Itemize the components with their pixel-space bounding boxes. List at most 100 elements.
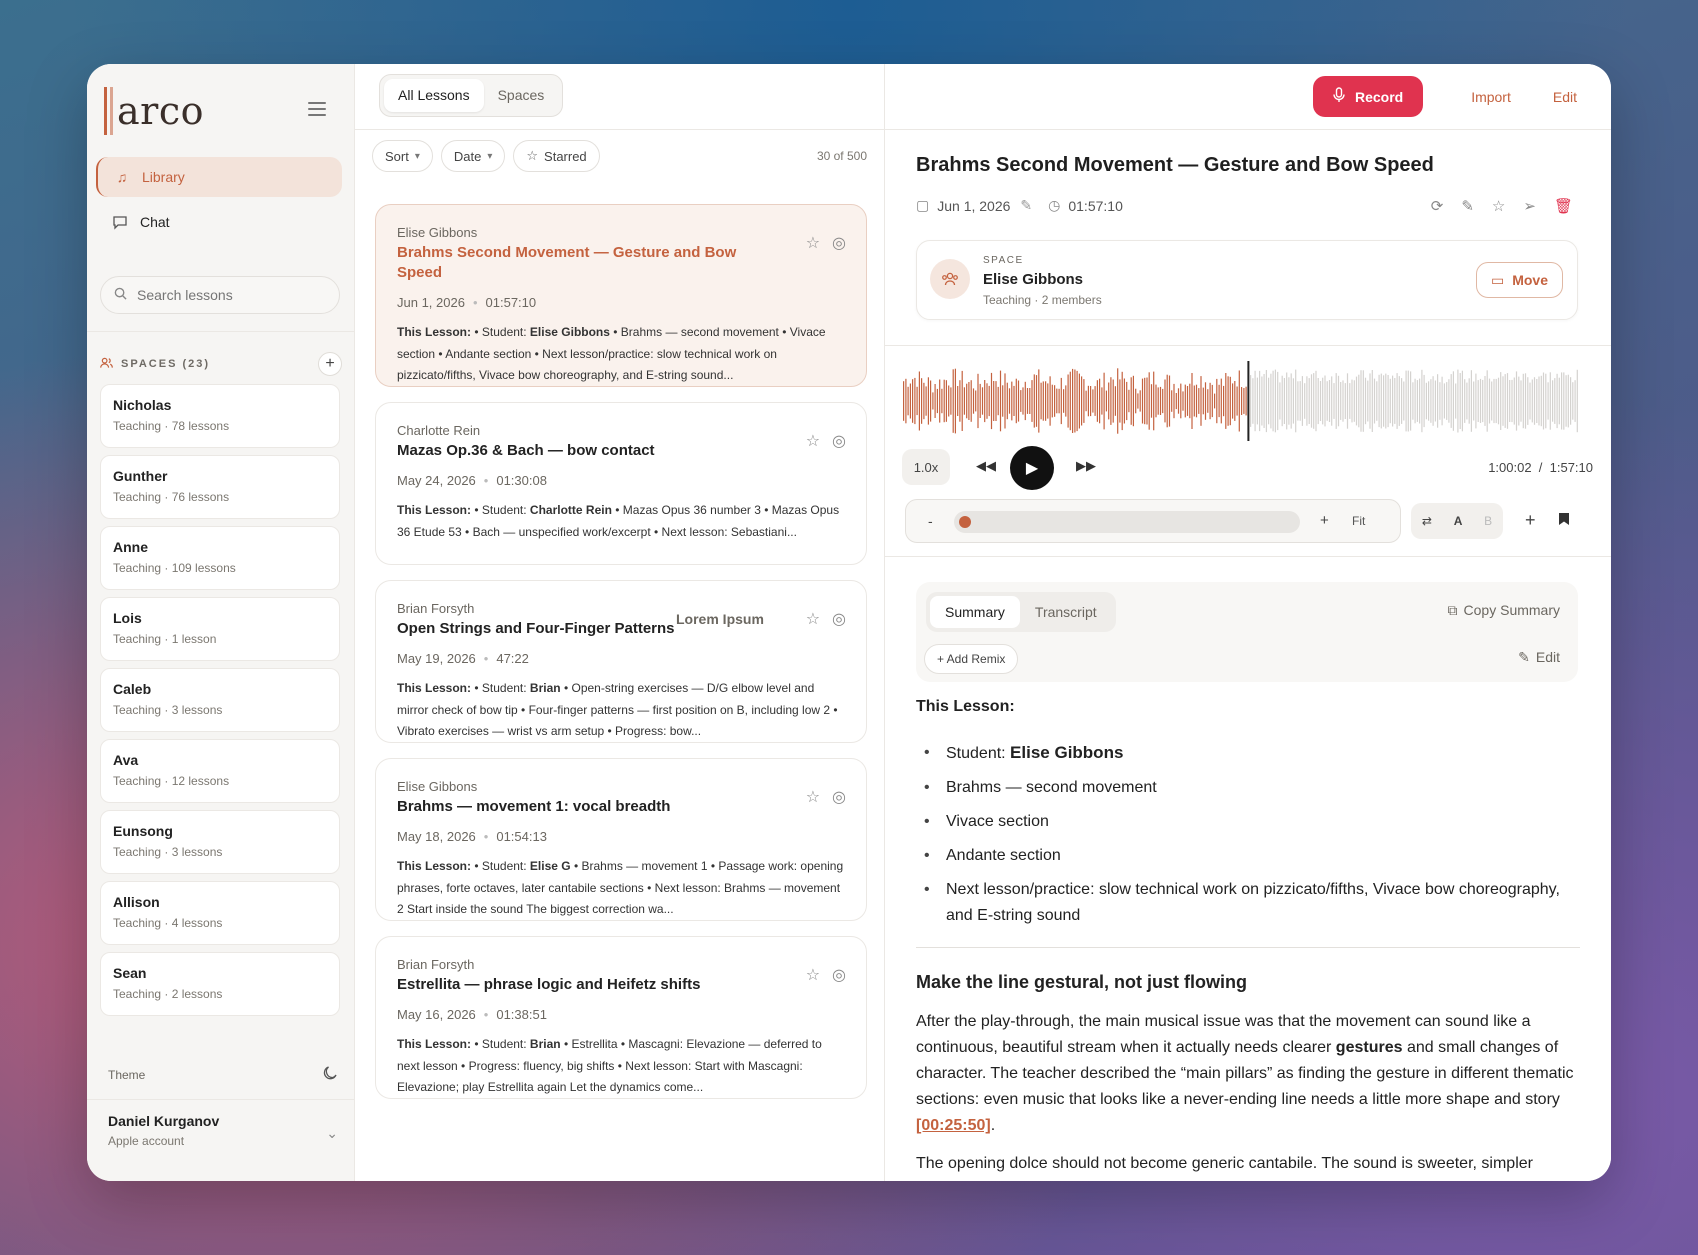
edit-summary-button[interactable]: ✎ Edit bbox=[1518, 649, 1560, 666]
lesson-title: Brahms Second Movement — Gesture and Bow… bbox=[916, 154, 1434, 176]
tab-spaces[interactable]: Spaces bbox=[484, 79, 559, 112]
summary-paragraph: The opening dolce should not become gene… bbox=[916, 1155, 1533, 1172]
fast-forward-icon[interactable]: ▶▶ bbox=[1076, 458, 1096, 474]
refresh-icon[interactable]: ⟳ bbox=[1431, 197, 1444, 215]
waveform-bar bbox=[1243, 388, 1245, 414]
menu-icon[interactable] bbox=[308, 102, 326, 116]
lesson-card[interactable]: Elise Gibbons Brahms Second Movement — G… bbox=[375, 204, 867, 387]
waveform-bar bbox=[1108, 382, 1110, 420]
check-circle-icon[interactable]: ◎ bbox=[832, 965, 846, 985]
star-icon[interactable]: ☆ bbox=[806, 233, 820, 253]
pencil-icon[interactable]: ✎ bbox=[1020, 197, 1032, 214]
logo[interactable]: arco bbox=[104, 86, 204, 136]
import-button[interactable]: Import bbox=[1471, 89, 1511, 105]
lesson-card[interactable]: Brian Forsyth Open Strings and Four-Fing… bbox=[375, 580, 867, 743]
summary-toolbar: Summary Transcript ⧉ Copy Summary + Add R… bbox=[916, 582, 1578, 682]
waveform-bar bbox=[1466, 382, 1468, 420]
space-item[interactable]: Gunther Teaching · 76 lessons bbox=[100, 455, 340, 519]
search-box[interactable] bbox=[100, 276, 340, 314]
record-button[interactable]: Record bbox=[1312, 76, 1424, 117]
waveform-bar bbox=[995, 381, 997, 421]
waveform-bar bbox=[1119, 379, 1121, 423]
star-icon[interactable]: ☆ bbox=[806, 431, 820, 451]
send-icon[interactable]: ➢ bbox=[1523, 197, 1536, 215]
space-item[interactable]: Lois Teaching · 1 lesson bbox=[100, 597, 340, 661]
playback-speed-button[interactable]: 1.0x bbox=[902, 449, 950, 485]
lesson-card[interactable]: Elise Gibbons Brahms — movement 1: vocal… bbox=[375, 758, 867, 921]
date-button[interactable]: Date ▾ bbox=[440, 140, 506, 172]
edit-button[interactable]: Edit bbox=[1553, 89, 1577, 105]
space-item[interactable]: Sean Teaching · 2 lessons bbox=[100, 952, 340, 1016]
audio-waveform[interactable] bbox=[902, 361, 1578, 441]
star-icon[interactable]: ☆ bbox=[806, 965, 820, 985]
tab-transcript[interactable]: Transcript bbox=[1020, 596, 1112, 628]
timestamp-link[interactable]: [00:25:50] bbox=[916, 1117, 991, 1134]
waveform-bar bbox=[979, 383, 981, 418]
tab-summary[interactable]: Summary bbox=[930, 596, 1020, 628]
waveform-bar bbox=[1443, 383, 1445, 419]
space-item[interactable]: Eunsong Teaching · 3 lessons bbox=[100, 810, 340, 874]
lesson-date: Jun 1, 2026 bbox=[397, 295, 465, 310]
music-note-icon: ♫ bbox=[116, 169, 128, 185]
starred-button[interactable]: ☆ Starred bbox=[513, 140, 600, 172]
waveform-bar bbox=[1515, 371, 1518, 431]
add-space-button[interactable]: + bbox=[318, 352, 342, 376]
space-item[interactable]: Caleb Teaching · 3 lessons bbox=[100, 668, 340, 732]
waveform-bar bbox=[1376, 381, 1378, 421]
check-circle-icon[interactable]: ◎ bbox=[832, 609, 846, 629]
space-item[interactable]: Anne Teaching · 109 lessons bbox=[100, 526, 340, 590]
check-circle-icon[interactable]: ◎ bbox=[832, 431, 846, 451]
bookmark-icon[interactable] bbox=[1558, 512, 1570, 529]
waveform-bar bbox=[943, 379, 945, 423]
waveform-bar bbox=[914, 377, 916, 425]
star-icon[interactable]: ☆ bbox=[806, 609, 820, 629]
loop-b-button[interactable]: B bbox=[1484, 514, 1492, 528]
space-item[interactable]: Allison Teaching · 4 lessons bbox=[100, 881, 340, 945]
space-item[interactable]: Ava Teaching · 12 lessons bbox=[100, 739, 340, 803]
chevron-down-icon: ▾ bbox=[414, 150, 420, 162]
waveform-bar bbox=[1416, 380, 1418, 422]
add-remix-button[interactable]: + Add Remix bbox=[924, 644, 1019, 674]
lesson-card[interactable]: Brian Forsyth Estrellita — phrase logic … bbox=[375, 936, 867, 1099]
nav-item-chat[interactable]: Chat bbox=[96, 202, 342, 242]
zoom-out-button[interactable]: - bbox=[928, 513, 933, 529]
zoom-slider-handle[interactable] bbox=[959, 516, 971, 528]
rewind-icon[interactable]: ◀◀ bbox=[976, 458, 996, 474]
search-input[interactable] bbox=[137, 287, 317, 303]
zoom-slider[interactable] bbox=[954, 511, 1300, 533]
move-button[interactable]: ▭ Move bbox=[1475, 262, 1563, 298]
trash-icon[interactable]: 🗑 bbox=[1554, 197, 1573, 215]
loop-icon[interactable]: ⇄ bbox=[1422, 514, 1432, 528]
waveform-bar bbox=[1141, 378, 1144, 424]
waveform-bar bbox=[1175, 393, 1177, 410]
check-circle-icon[interactable]: ◎ bbox=[832, 233, 846, 253]
copy-summary-button[interactable]: ⧉ Copy Summary bbox=[1448, 602, 1560, 619]
tab-all-lessons[interactable]: All Lessons bbox=[384, 79, 484, 112]
zoom-fit-button[interactable]: Fit bbox=[1352, 514, 1365, 528]
lesson-card[interactable]: Charlotte Rein Mazas Op.36 & Bach — bow … bbox=[375, 402, 867, 565]
loop-a-button[interactable]: A bbox=[1454, 514, 1463, 528]
add-marker-button[interactable]: + bbox=[1525, 510, 1536, 531]
waveform-bar bbox=[1491, 381, 1493, 421]
waveform-bar bbox=[1015, 378, 1017, 424]
waveform-bar bbox=[1148, 372, 1150, 430]
play-button[interactable]: ▶ bbox=[1010, 446, 1054, 490]
waveform-bar bbox=[1272, 370, 1274, 432]
check-circle-icon[interactable]: ◎ bbox=[832, 787, 846, 807]
playhead[interactable] bbox=[1247, 361, 1250, 441]
waveform-bar bbox=[1225, 373, 1227, 429]
pencil-icon[interactable]: ✎ bbox=[1461, 197, 1474, 215]
waveform-bar bbox=[1484, 376, 1486, 426]
waveform-bar bbox=[1155, 384, 1157, 418]
sort-button[interactable]: Sort ▾ bbox=[372, 140, 433, 172]
space-name: Allison bbox=[113, 894, 160, 910]
detail-actions: ⟳ ✎ ☆ ➢ 🗑 bbox=[1431, 197, 1573, 215]
user-account[interactable]: Daniel Kurganov Apple account ⌄ bbox=[108, 1113, 338, 1148]
star-icon[interactable]: ☆ bbox=[1492, 197, 1505, 215]
moon-icon[interactable] bbox=[322, 1065, 338, 1084]
nav-item-library[interactable]: ♫ Library bbox=[96, 157, 342, 197]
lesson-date: May 16, 2026 bbox=[397, 1007, 476, 1022]
zoom-in-button[interactable]: + bbox=[1320, 512, 1329, 529]
star-icon[interactable]: ☆ bbox=[806, 787, 820, 807]
space-item[interactable]: Nicholas Teaching · 78 lessons bbox=[100, 384, 340, 448]
